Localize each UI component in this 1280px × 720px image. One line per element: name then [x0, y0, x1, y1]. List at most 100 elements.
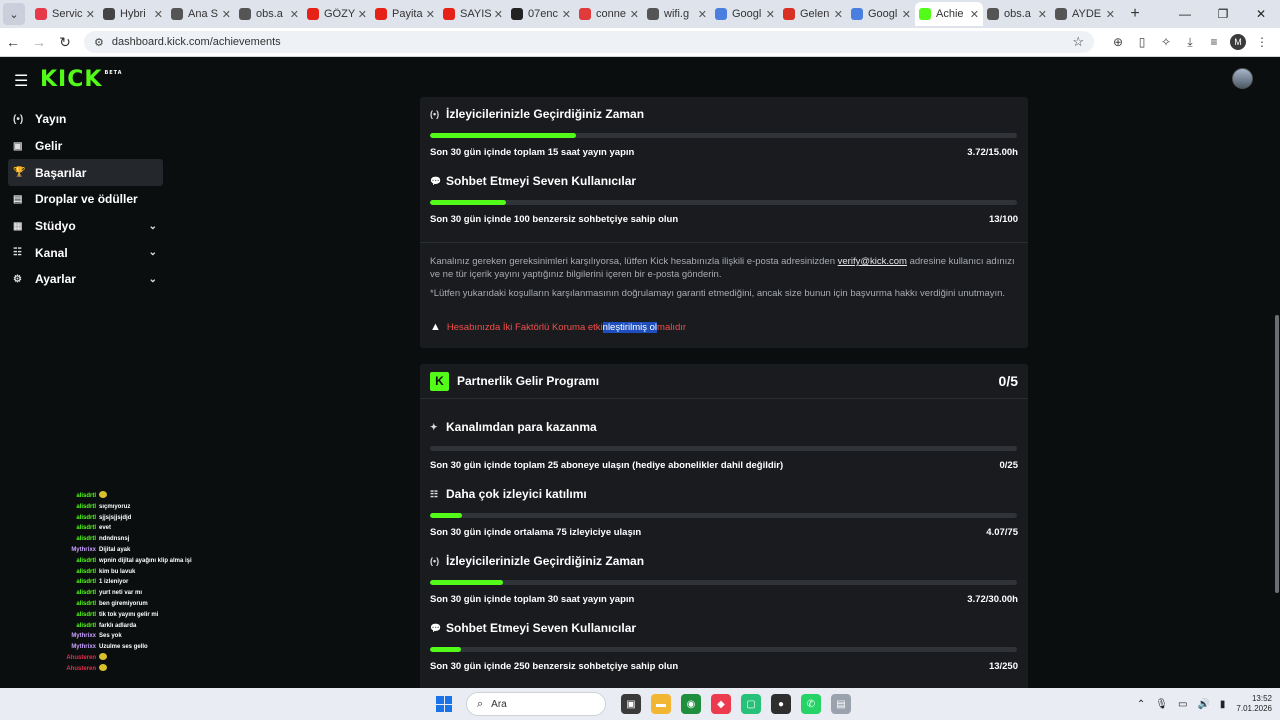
- network-icon[interactable]: ▭: [1178, 699, 1187, 710]
- tab-favicon-icon: [375, 8, 387, 20]
- windows-start-icon[interactable]: [436, 696, 452, 712]
- chat-username: alisdrtl: [76, 525, 96, 532]
- forward-icon[interactable]: →: [26, 34, 52, 50]
- chat-message: alisdrtl ndndnsnsj: [30, 534, 230, 545]
- file-explorer-icon[interactable]: ▬: [651, 694, 671, 714]
- chevron-down-icon[interactable]: ⌄: [149, 247, 157, 258]
- sidebar-item[interactable]: ⚙ Ayarlar ⌄: [8, 266, 163, 293]
- tab-search-chevron-icon[interactable]: ⌄: [3, 3, 25, 25]
- tab-close-icon[interactable]: ✕: [834, 8, 843, 21]
- tab-close-icon[interactable]: ✕: [902, 8, 911, 21]
- page-scrollbar[interactable]: [1274, 57, 1280, 688]
- sidebar-item[interactable]: ▤ Droplar ve ödüller: [8, 186, 163, 213]
- microphone-icon[interactable]: 🎙: [1155, 699, 1168, 710]
- tab-close-icon[interactable]: ✕: [562, 8, 571, 21]
- scrollbar-thumb[interactable]: [1275, 315, 1279, 593]
- tray-chevron-icon[interactable]: ⌃: [1137, 699, 1145, 710]
- sidebar-item-label: Yayın: [35, 112, 67, 127]
- back-icon[interactable]: ←: [0, 34, 26, 50]
- verify-email-link[interactable]: verify@kick.com: [838, 256, 907, 267]
- chevron-down-icon[interactable]: ⌄: [149, 274, 157, 285]
- sidebar-item[interactable]: (•) Yayın: [8, 106, 163, 133]
- tab-close-icon[interactable]: ✕: [86, 8, 95, 21]
- browser-tab[interactable]: Ana S ✕: [167, 2, 235, 26]
- site-info-icon[interactable]: ⚙: [94, 36, 104, 49]
- close-window-icon[interactable]: ✕: [1242, 0, 1280, 28]
- tab-close-icon[interactable]: ✕: [766, 8, 775, 21]
- tab-close-icon[interactable]: ✕: [290, 8, 299, 21]
- browser-tab[interactable]: Servic ✕: [31, 2, 99, 26]
- tab-label: Googl: [868, 8, 898, 20]
- kick-dashboard: ☰ KICK BETA (•) Yayın ▣ Gelir 🏆 Başarılar ▤ Drop…: [0, 57, 1280, 688]
- chrome-icon[interactable]: ◉: [681, 694, 701, 714]
- volume-icon[interactable]: 🔊: [1197, 699, 1209, 710]
- browser-tab[interactable]: Googl ✕: [847, 2, 915, 26]
- browser-tab[interactable]: GÖZY ✕: [303, 2, 371, 26]
- task-view-icon[interactable]: ▣: [621, 694, 641, 714]
- new-tab-button[interactable]: +: [1123, 5, 1147, 23]
- clock[interactable]: 13:52 7.01.2026: [1236, 694, 1272, 714]
- taskbar-search[interactable]: ⌕ Ara: [466, 692, 606, 716]
- browser-tab[interactable]: AYDE ✕: [1051, 2, 1119, 26]
- hamburger-menu-icon[interactable]: ☰: [14, 71, 28, 91]
- download-icon[interactable]: ⤓: [1178, 35, 1202, 50]
- bookmark-star-icon[interactable]: ☆: [1072, 34, 1084, 50]
- chevron-down-icon[interactable]: ⌄: [149, 221, 157, 232]
- notepad-icon[interactable]: ▤: [831, 694, 851, 714]
- browser-tab[interactable]: obs.a ✕: [235, 2, 303, 26]
- browser-tab[interactable]: Hybri ✕: [99, 2, 167, 26]
- browser-tab[interactable]: obs.a ✕: [983, 2, 1051, 26]
- browser-tab[interactable]: Achie ✕: [915, 2, 983, 26]
- app-dark-icon[interactable]: ●: [771, 694, 791, 714]
- browser-tab[interactable]: wifi.g ✕: [643, 2, 711, 26]
- minimize-icon[interactable]: —: [1166, 0, 1204, 28]
- whatsapp-icon[interactable]: ✆: [801, 694, 821, 714]
- reading-list-icon[interactable]: ≡: [1202, 35, 1226, 49]
- battery-icon[interactable]: ▮: [1220, 699, 1226, 710]
- reload-icon[interactable]: ↻: [52, 34, 78, 51]
- app-red-icon[interactable]: ◆: [711, 694, 731, 714]
- browser-tab[interactable]: Googl ✕: [711, 2, 779, 26]
- chat-message: alisdrtl sjjsjsjjsjdjd: [30, 513, 230, 524]
- tab-favicon-icon: [307, 8, 319, 20]
- chat-message: alisdrtl sıçmıyoruz: [30, 502, 230, 513]
- app-green-icon[interactable]: ▢: [741, 694, 761, 714]
- partner-program-header[interactable]: K Partnerlik Gelir Programı 0/5: [420, 364, 1028, 399]
- sidebar-item[interactable]: ▣ Gelir: [8, 133, 163, 160]
- puzzle-icon[interactable]: ✧: [1154, 35, 1178, 49]
- sidebar-item[interactable]: 🏆 Başarılar: [8, 159, 163, 187]
- tab-close-icon[interactable]: ✕: [630, 8, 639, 21]
- tab-close-icon[interactable]: ✕: [1106, 8, 1115, 21]
- profile-avatar[interactable]: M: [1230, 34, 1246, 50]
- sidebar-item[interactable]: ☷ Kanal ⌄: [8, 239, 163, 266]
- tab-close-icon[interactable]: ✕: [698, 8, 707, 21]
- tab-close-icon[interactable]: ✕: [494, 8, 503, 21]
- kick-logo[interactable]: KICK BETA: [40, 67, 123, 92]
- sidebar-item[interactable]: ▦ Stüdyo ⌄: [8, 213, 163, 240]
- address-bar[interactable]: ⚙ dashboard.kick.com/achievements ☆: [84, 31, 1094, 53]
- extension-icon[interactable]: ⊕: [1106, 35, 1130, 49]
- tab-close-icon[interactable]: ✕: [970, 8, 979, 21]
- tab-close-icon[interactable]: ✕: [358, 8, 367, 21]
- sidepanel-icon[interactable]: ▯: [1130, 35, 1154, 49]
- chat-username: alisdrtl: [76, 536, 96, 543]
- restore-icon[interactable]: ❐: [1204, 0, 1242, 28]
- browser-tab[interactable]: conne ✕: [575, 2, 643, 26]
- browser-tab[interactable]: 07enc ✕: [507, 2, 575, 26]
- tab-strip: ⌄ Servic ✕ Hybri ✕ Ana S ✕ obs.a ✕ GÖZY ✕ Payita ✕ S…: [0, 0, 1280, 28]
- studio-icon: ▦: [13, 220, 23, 232]
- browser-tab[interactable]: Gelen ✕: [779, 2, 847, 26]
- tab-close-icon[interactable]: ✕: [154, 8, 163, 21]
- tab-close-icon[interactable]: ✕: [222, 8, 231, 21]
- browser-tab[interactable]: SAYIS ✕: [439, 2, 507, 26]
- chat-message: alisdrtl evet: [30, 523, 230, 534]
- sparkle-icon: ✦: [430, 421, 438, 432]
- browser-tab[interactable]: Payita ✕: [371, 2, 439, 26]
- menu-dots-icon[interactable]: ⋮: [1250, 35, 1274, 49]
- user-avatar[interactable]: [1232, 68, 1253, 89]
- tab-close-icon[interactable]: ✕: [1038, 8, 1047, 21]
- tab-label: GÖZY: [324, 8, 356, 20]
- tab-close-icon[interactable]: ✕: [426, 8, 435, 21]
- chat-text: farklı adlarda: [99, 622, 137, 629]
- panel-divider: [420, 242, 1028, 243]
